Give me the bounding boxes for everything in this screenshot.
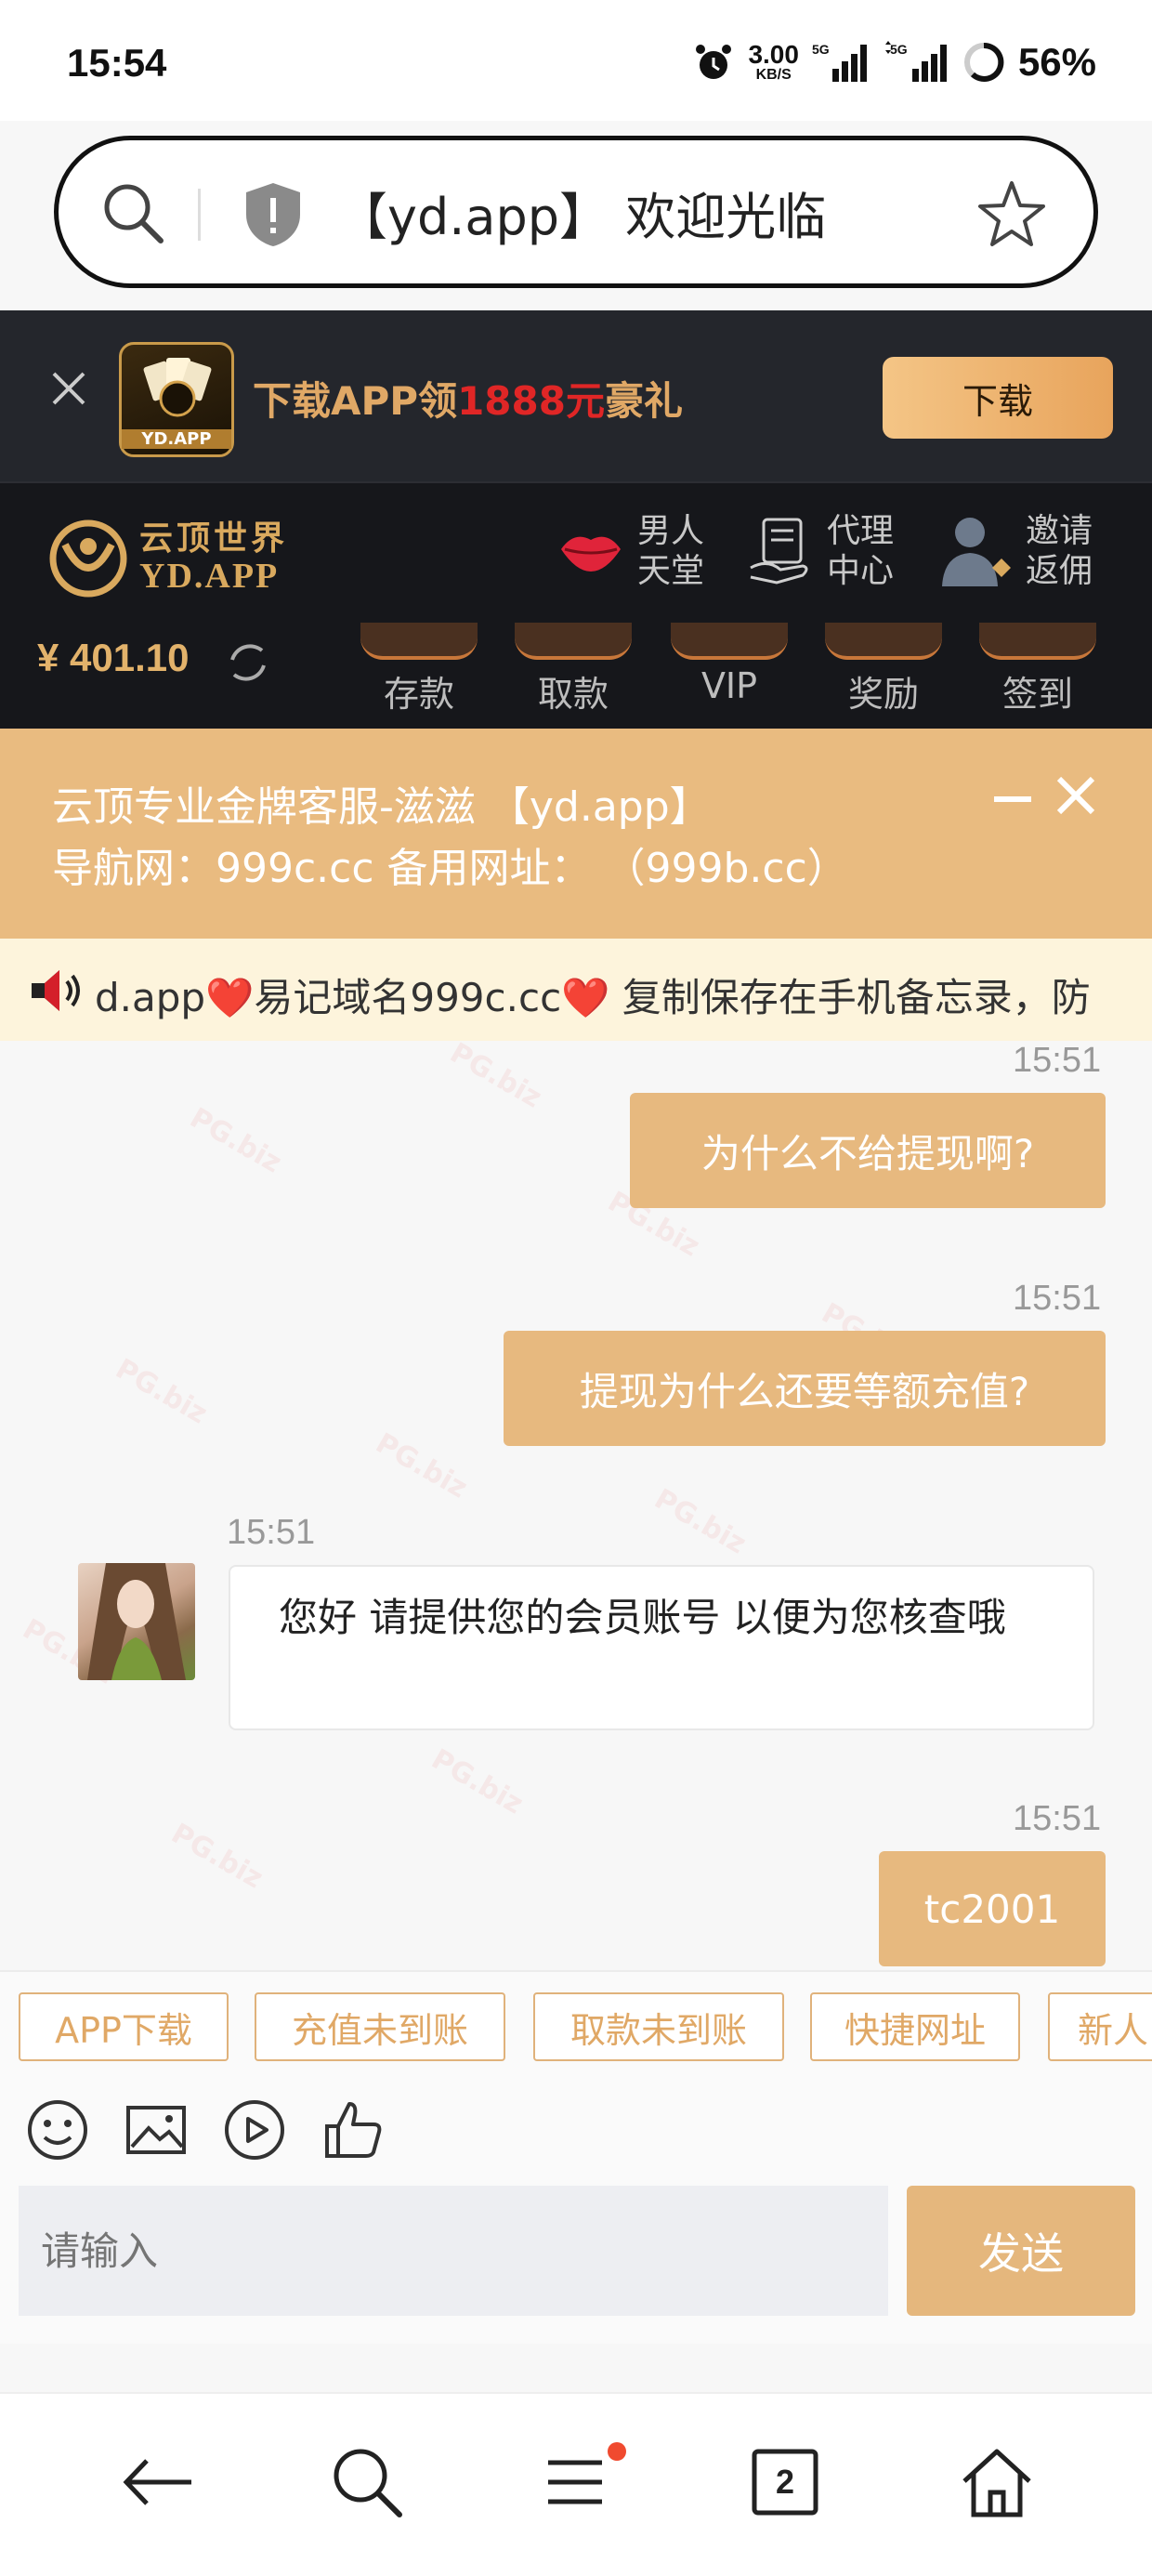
bookmark-star-icon[interactable]: [975, 177, 1049, 252]
svg-text:5G: 5G: [890, 42, 908, 57]
quick-checkin[interactable]: 签到: [979, 623, 1096, 716]
quick-withdraw[interactable]: 取款: [515, 623, 632, 716]
message-input[interactable]: [19, 2186, 888, 2316]
alarm-icon: [696, 45, 732, 79]
message-time: 15:51: [1013, 1041, 1102, 1080]
nav-invite-commission[interactable]: 邀请 返佣: [940, 511, 1093, 591]
send-button[interactable]: 发送: [907, 2186, 1135, 2316]
notification-dot: [608, 2442, 626, 2461]
minimize-icon[interactable]: [994, 795, 1031, 804]
network-speed: 3.00 KB/S: [748, 40, 799, 83]
deposit-icon: [360, 623, 478, 660]
message-time: 15:51: [1013, 1279, 1102, 1318]
message-time: 15:51: [1013, 1799, 1102, 1838]
checkin-icon: [979, 623, 1096, 660]
quick-reply-chip[interactable]: 取款未到账: [533, 1992, 784, 2061]
quick-rewards[interactable]: 奖励: [825, 623, 942, 716]
brand-name-en: YD.APP: [139, 556, 280, 596]
agent-avatar[interactable]: [78, 1563, 195, 1680]
close-icon[interactable]: [46, 366, 91, 411]
status-icons: 3.00 KB/S 5G 5G 56%: [692, 37, 1096, 87]
app-download-banner: YD.APP 下载APP领1888元豪礼 下载: [0, 310, 1152, 481]
video-icon[interactable]: [221, 2096, 288, 2163]
emoji-icon[interactable]: [24, 2096, 91, 2163]
site-header: 云顶世界 YD.APP 男人 天堂 代理 中心 邀请 返佣 ¥ 401.10 存款: [0, 481, 1152, 729]
search-icon[interactable]: [325, 2440, 409, 2524]
brand-name-cn: 云顶世界: [139, 519, 289, 559]
invite-icon: [942, 518, 1011, 587]
browser-bottom-nav: 2: [0, 2392, 1152, 2576]
quick-deposit[interactable]: 存款: [360, 623, 478, 716]
download-button[interactable]: 下载: [883, 357, 1113, 439]
composer-toolbar: [0, 2074, 1152, 2186]
home-icon[interactable]: [955, 2440, 1039, 2524]
user-message-bubble[interactable]: tc2001: [879, 1851, 1106, 1966]
service-agent-title: 云顶专业金牌客服-滋滋 【yd.app】: [52, 783, 711, 831]
image-icon[interactable]: [123, 2096, 190, 2163]
service-navigation-urls: 导航网：999c.cc 备用网址： （999b.cc）: [52, 845, 848, 892]
thumbs-up-icon[interactable]: [320, 2096, 386, 2163]
battery-level: 56%: [1017, 40, 1096, 84]
chat-messages[interactable]: PG.biz PG.biz PG.biz PG.biz PG.biz PG.bi…: [0, 1041, 1152, 1970]
message-time: 15:51: [227, 1513, 316, 1552]
account-balance: ¥ 401.10: [37, 636, 190, 679]
menu-icon[interactable]: [533, 2440, 617, 2524]
tabs-button[interactable]: 2: [743, 2440, 827, 2524]
address-bar[interactable]: 【yd.app】 欢迎光临: [54, 136, 1098, 288]
status-bar: 15:54 3.00 KB/S 5G 5G 56%: [0, 0, 1152, 121]
playing-cards-icon: [143, 358, 212, 417]
svg-text:5G: 5G: [812, 42, 830, 57]
signal-5g-icon-2: 5G: [884, 41, 947, 82]
app-logo: YD.APP: [119, 342, 234, 457]
app-logo-label: YD.APP: [122, 429, 231, 449]
signal-5g-icon: 5G: [812, 42, 867, 82]
composer: 发送: [0, 2186, 1152, 2344]
quick-reply-chip[interactable]: APP下载: [19, 1992, 229, 2061]
back-arrow-icon[interactable]: [115, 2440, 199, 2524]
download-promo-text: 下载APP领1888元豪礼: [253, 378, 683, 424]
withdraw-icon: [515, 623, 632, 660]
speaker-icon: [32, 970, 80, 1011]
agent-portrait: [87, 1563, 186, 1680]
lips-icon: [561, 536, 621, 572]
quick-reply-chip[interactable]: 充值未到账: [255, 1992, 505, 2061]
quick-reply-chip[interactable]: 快捷网址: [810, 1992, 1020, 2061]
tabs-count: 2: [775, 2463, 795, 2501]
user-message-bubble[interactable]: 提现为什么还要等额充值?: [504, 1331, 1106, 1446]
brand-emblem-icon: [49, 519, 127, 598]
refresh-icon[interactable]: [223, 637, 273, 688]
brand-logo[interactable]: 云顶世界 YD.APP: [46, 517, 288, 600]
quick-reply-bar: APP下载 充值未到账 取款未到账 快捷网址 新人: [0, 1970, 1152, 2074]
battery-ring-icon: [963, 42, 1004, 82]
security-shield-icon[interactable]: [241, 179, 306, 250]
status-time: 15:54: [67, 41, 167, 85]
close-chat-icon[interactable]: [1050, 769, 1102, 821]
nav-agent-center[interactable]: 代理 中心: [749, 511, 894, 591]
vip-icon: [671, 623, 788, 660]
marquee-text: d.app❤️易记域名999c.cc❤️ 复制保存在手机备忘录，防: [95, 975, 1091, 1020]
agent-message-bubble[interactable]: 您好 请提供您的会员账号 以便为您核查哦: [229, 1565, 1094, 1730]
quick-reply-chip[interactable]: 新人: [1048, 1992, 1152, 2061]
address-divider: [198, 189, 201, 241]
customer-service-banner: 云顶专业金牌客服-滋滋 【yd.app】 导航网：999c.cc 备用网址： （…: [0, 729, 1152, 939]
announcement-marquee: d.app❤️易记域名999c.cc❤️ 复制保存在手机备忘录，防: [0, 939, 1152, 1041]
page-title[interactable]: 【yd.app】 欢迎光临: [337, 176, 826, 249]
quick-vip[interactable]: VIP: [671, 623, 788, 706]
agent-icon: [750, 518, 808, 585]
rewards-icon: [825, 623, 942, 660]
user-message-bubble[interactable]: 为什么不给提现啊?: [630, 1093, 1106, 1208]
search-icon[interactable]: [98, 177, 168, 248]
nav-mens-paradise[interactable]: 男人 天堂: [557, 511, 704, 591]
